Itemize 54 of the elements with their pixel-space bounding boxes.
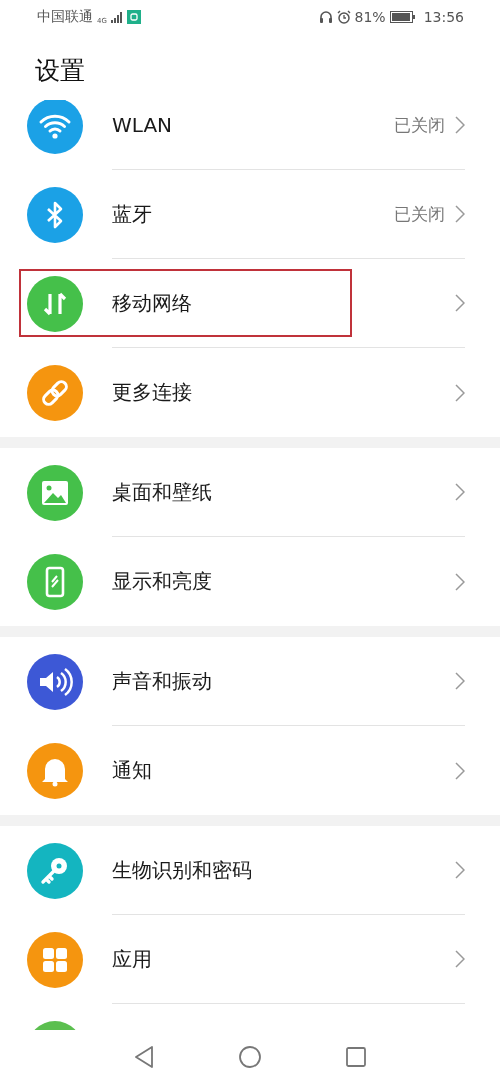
item-label: 显示和亮度 [112, 568, 212, 595]
bluetooth-icon [27, 186, 83, 243]
image-icon [27, 464, 83, 521]
chevron-icon [455, 383, 465, 402]
key-icon [27, 842, 83, 899]
item-label: 应用 [112, 945, 152, 973]
settings-item[interactable]: 应用 [0, 915, 500, 1004]
item-status: 已关闭 [394, 202, 445, 226]
item-label: 通知 [112, 757, 152, 784]
chevron-icon [455, 205, 465, 223]
item-status: 已关闭 [394, 113, 445, 137]
alarm-icon [336, 10, 351, 24]
chevron-icon [455, 672, 465, 690]
item-label: 声音和振动 [112, 667, 212, 695]
chevron-icon [455, 950, 465, 968]
chevron-icon [455, 116, 465, 134]
settings-item[interactable]: 通知 [0, 726, 500, 815]
settings-item[interactable]: 生物识别和密码 [0, 826, 500, 915]
chevron-icon [455, 483, 465, 501]
settings-item[interactable]: WLAN 已关闭 [0, 100, 500, 170]
item-label: 更多连接 [112, 379, 192, 406]
item-label: 生物识别和密码 [112, 856, 252, 884]
recents-icon[interactable] [346, 1046, 366, 1067]
chevron-icon [455, 572, 465, 591]
page-title: 设置 [34, 55, 86, 87]
settings-item[interactable]: 移动网络 [0, 259, 500, 348]
bell-icon [27, 742, 83, 799]
item-label: WLAN [112, 113, 173, 137]
chevron-icon [455, 861, 465, 879]
back-icon[interactable] [134, 1045, 154, 1068]
settings-item[interactable]: 显示和亮度 [0, 537, 500, 626]
clock-time: 13:56 [423, 9, 464, 25]
settings-item[interactable]: 声音和振动 [0, 637, 500, 726]
chevron-icon [455, 761, 465, 780]
speaker-icon [27, 653, 83, 710]
item-label: 移动网络 [112, 289, 192, 317]
home-icon[interactable] [239, 1045, 261, 1068]
settings-item[interactable]: 更多连接 [0, 348, 500, 437]
battery-icon [389, 11, 416, 23]
chevron-icon [455, 294, 465, 312]
item-label: 桌面和壁纸 [112, 478, 212, 506]
grid-icon [27, 931, 83, 988]
arrows-icon [27, 275, 83, 332]
settings-item[interactable]: 蓝牙 已关闭 [0, 170, 500, 259]
phone-icon [27, 553, 83, 610]
link-icon [27, 364, 83, 421]
headset-icon [318, 10, 333, 24]
settings-item[interactable]: 桌面和壁纸 [0, 448, 500, 537]
app-notification-icon [126, 10, 141, 24]
item-label: 蓝牙 [112, 200, 152, 228]
carrier-name: 中国联通 [37, 8, 93, 26]
wifi-icon [27, 100, 83, 154]
signal-icon [110, 11, 123, 23]
battery-percent: 81% [354, 9, 386, 25]
